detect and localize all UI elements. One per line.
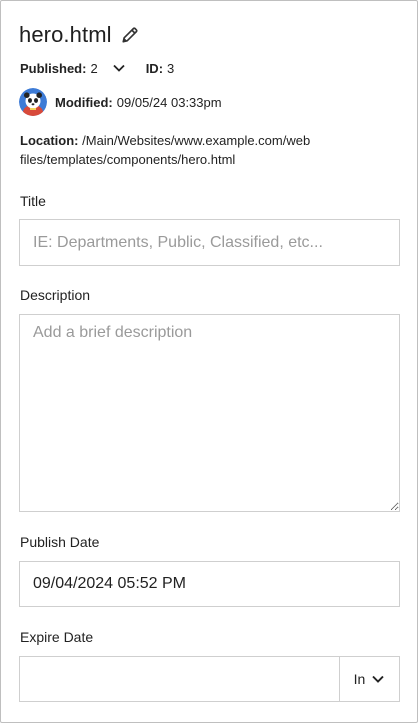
expire-date-input[interactable] bbox=[20, 657, 339, 701]
title-row: hero.html bbox=[19, 21, 139, 49]
description-textarea[interactable] bbox=[19, 314, 400, 512]
chevron-down-icon bbox=[372, 675, 385, 683]
id-value: 3 bbox=[167, 60, 175, 76]
expire-unit-select[interactable]: In bbox=[339, 657, 399, 701]
location-label: Location: bbox=[20, 133, 79, 148]
modified-label: Modified: bbox=[55, 94, 113, 110]
user-avatar[interactable] bbox=[19, 88, 47, 116]
location-block: Location: /Main/Websites/www.example.com… bbox=[20, 131, 400, 169]
title-field-label: Title bbox=[20, 193, 46, 209]
published-value: 2 bbox=[90, 60, 98, 76]
chevron-down-icon[interactable] bbox=[112, 63, 126, 73]
id-label: ID: bbox=[145, 60, 164, 76]
expire-unit-value: In bbox=[353, 671, 366, 687]
modified-row: Modified: 09/05/24 03:33pm bbox=[19, 87, 222, 117]
meta-row: Published: 2 ID: 3 bbox=[20, 59, 174, 77]
modified-value: 09/05/24 03:33pm bbox=[116, 94, 222, 110]
pencil-icon[interactable] bbox=[121, 26, 139, 44]
description-field-label: Description bbox=[20, 287, 91, 303]
properties-panel: hero.html Published: 2 ID: 3 Modified: 0… bbox=[0, 0, 418, 723]
expire-date-label: Expire Date bbox=[20, 629, 94, 645]
file-name-title: hero.html bbox=[19, 22, 112, 47]
publish-date-label: Publish Date bbox=[20, 534, 100, 550]
title-input[interactable] bbox=[19, 219, 400, 266]
expire-date-group: In bbox=[19, 656, 400, 702]
published-label: Published: bbox=[20, 60, 87, 76]
publish-date-input[interactable] bbox=[19, 561, 400, 607]
